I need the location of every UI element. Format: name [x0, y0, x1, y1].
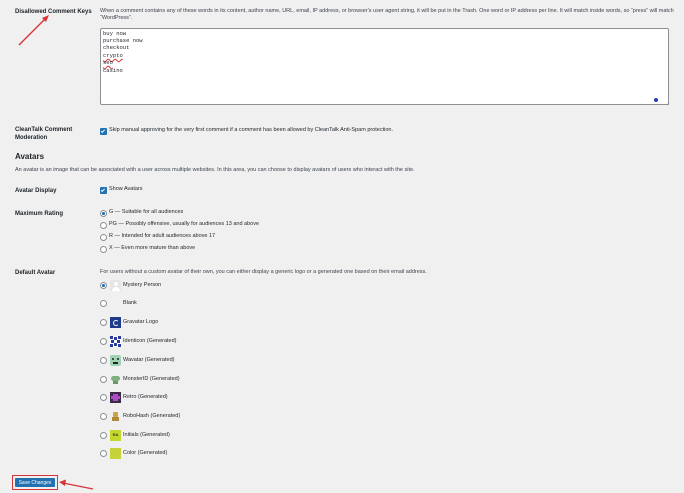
- avatar-option-label: Retro (Generated): [123, 394, 168, 400]
- cleantalk-checkbox-label: Skip manual approving for the very first…: [109, 127, 393, 133]
- keyword-line: seo: [103, 59, 113, 66]
- avatar-radio-retro[interactable]: [100, 394, 107, 401]
- avatar-radio-monsterid[interactable]: [100, 376, 107, 383]
- avatar-option-label: RoboHash (Generated): [123, 413, 181, 419]
- avatar-option-label: Mystery Person: [123, 282, 162, 288]
- avatar-display-label: Avatar Display: [15, 188, 57, 194]
- gravatar-logo-icon: [110, 317, 121, 328]
- avatar-option-label: Color (Generated): [123, 450, 168, 456]
- disallowed-description: When a comment contains any of these wor…: [100, 8, 674, 21]
- mystery-person-icon: [110, 280, 121, 291]
- save-changes-button[interactable]: Save Changes: [15, 478, 55, 487]
- cleantalk-checkbox[interactable]: [100, 128, 107, 135]
- keyword-line: checkout: [103, 44, 130, 51]
- rating-radio-x[interactable]: [100, 246, 107, 253]
- avatar-radio-color[interactable]: [100, 450, 107, 457]
- blank-icon: [110, 298, 121, 309]
- rating-option-label: X — Even more mature than above: [109, 245, 196, 251]
- rating-radio-g[interactable]: [100, 210, 107, 217]
- avatar-radio-initials[interactable]: [100, 432, 107, 439]
- rating-option-label: R — Intended for adult audiences above 1…: [109, 233, 216, 239]
- color-icon: [110, 448, 121, 459]
- rating-radio-r[interactable]: [100, 234, 107, 241]
- rating-option-label: G — Suitable for all audiences: [109, 209, 184, 215]
- avatar-radio-identicon[interactable]: [100, 338, 107, 345]
- avatars-heading: Avatars: [15, 152, 45, 161]
- avatar-radio-gravatar[interactable]: [100, 319, 107, 326]
- avatar-radio-robohash[interactable]: [100, 413, 107, 420]
- avatar-option-label: Blank: [123, 300, 137, 306]
- default-avatar-description: For users without a custom avatar of the…: [100, 269, 427, 275]
- initials-icon: RA: [110, 430, 121, 441]
- monsterid-icon: [110, 374, 121, 385]
- show-avatars-label: Show Avatars: [109, 186, 143, 192]
- cleantalk-label: CleanTalk Comment Moderation: [15, 127, 73, 141]
- resize-handle-icon[interactable]: [664, 100, 669, 105]
- show-avatars-checkbox[interactable]: [100, 187, 107, 194]
- default-avatar-label: Default Avatar: [15, 270, 56, 276]
- avatar-option-label: Identicon (Generated): [123, 338, 177, 344]
- annotation-arrow-icon: [18, 15, 49, 46]
- avatar-option-label: MonsterID (Generated): [123, 376, 180, 382]
- maximum-rating-label: Maximum Rating: [15, 211, 64, 217]
- avatar-radio-blank[interactable]: [100, 300, 107, 307]
- avatar-option-label: Wavatar (Generated): [123, 357, 175, 363]
- disallowed-keys-textarea[interactable]: [100, 28, 669, 105]
- avatar-radio-mystery-person[interactable]: [100, 282, 107, 289]
- keyword-line: casino: [103, 67, 123, 74]
- rating-option-label: PG — Possibly offensive, usually for aud…: [109, 221, 260, 227]
- annotation-arrow-icon: [59, 479, 94, 490]
- avatar-option-label: Initials (Generated): [123, 432, 170, 438]
- avatars-intro: An avatar is an image that can be associ…: [15, 167, 415, 173]
- rating-radio-pg[interactable]: [100, 222, 107, 229]
- robohash-icon: [110, 411, 121, 422]
- grammarly-icon[interactable]: [654, 98, 658, 102]
- avatar-radio-wavatar[interactable]: [100, 357, 107, 364]
- initials-text: RA: [112, 432, 119, 437]
- retro-icon: [110, 392, 121, 403]
- avatar-option-label: Gravatar Logo: [123, 319, 159, 325]
- wavatar-icon: [110, 355, 121, 366]
- identicon-icon: [110, 336, 121, 347]
